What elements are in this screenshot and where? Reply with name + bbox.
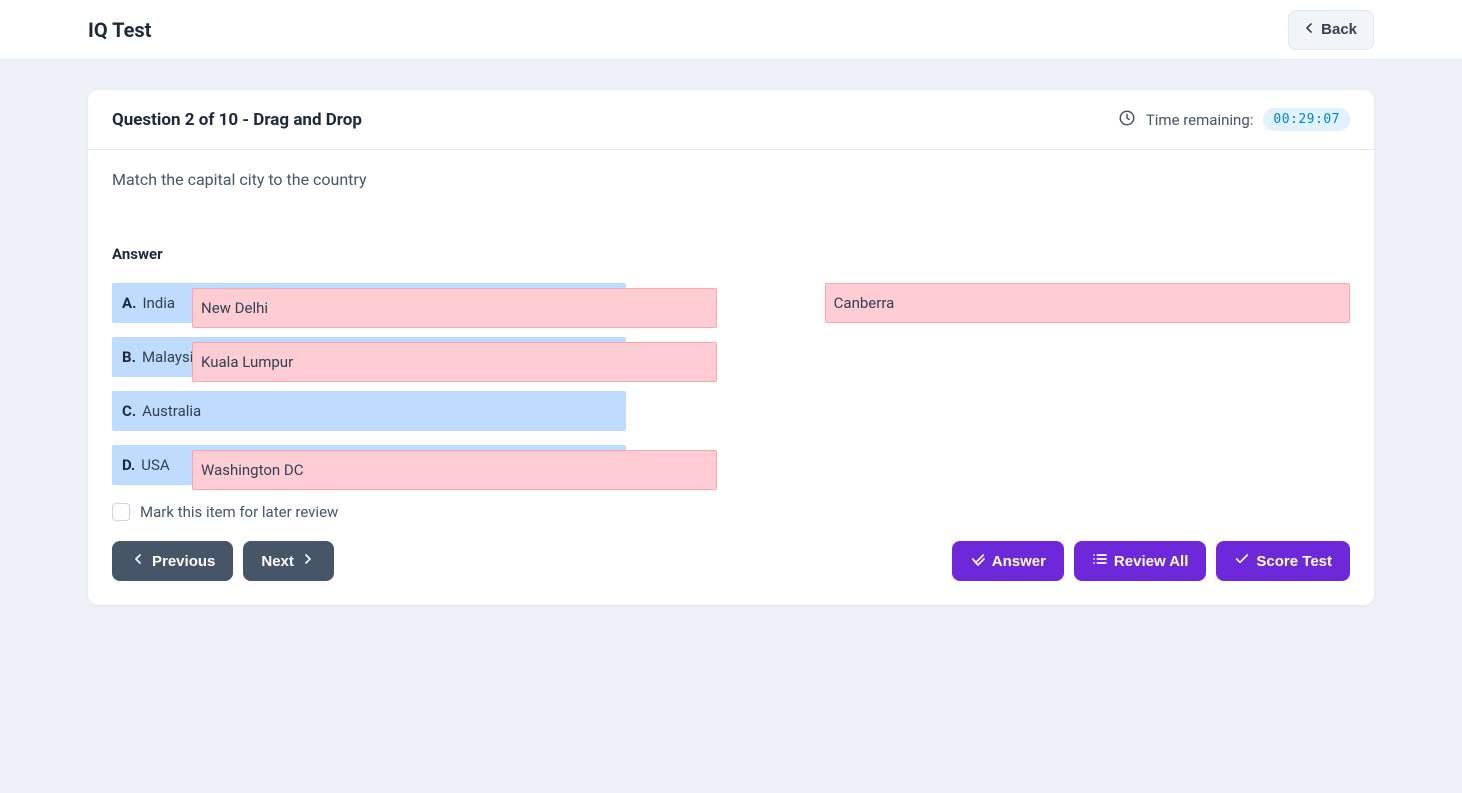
score-test-button[interactable]: Score Test: [1216, 541, 1350, 581]
drop-target[interactable]: C. Australia: [112, 391, 626, 431]
chevron-right-icon: [300, 551, 316, 571]
options-column: Canberra: [825, 283, 1350, 499]
target-letter: B.: [122, 348, 136, 366]
app-title: IQ Test: [88, 18, 151, 42]
next-button-label: Next: [261, 553, 294, 570]
target-letter: D.: [122, 456, 135, 474]
dropped-chip[interactable]: Kuala Lumpur: [192, 342, 717, 382]
time-remaining-value: 00:29:07: [1263, 108, 1350, 131]
mark-for-review-checkbox[interactable]: [112, 503, 130, 521]
score-test-button-label: Score Test: [1256, 553, 1332, 570]
clock-icon: [1118, 109, 1136, 131]
review-all-button-label: Review All: [1114, 553, 1188, 570]
question-prompt: Match the capital city to the country: [112, 170, 1350, 189]
target-label: USA: [141, 456, 169, 474]
dropped-chip[interactable]: Washington DC: [192, 450, 717, 490]
mark-for-review-label: Mark this item for later review: [140, 503, 338, 521]
back-button[interactable]: Back: [1288, 10, 1374, 50]
chevron-left-icon: [130, 551, 146, 571]
review-all-button[interactable]: Review All: [1074, 541, 1206, 581]
list-icon: [1092, 551, 1108, 571]
chip-label: New Delhi: [201, 299, 268, 317]
question-card: Question 2 of 10 - Drag and Drop Time re…: [88, 90, 1374, 605]
back-button-label: Back: [1321, 21, 1357, 38]
option-chip[interactable]: Canberra: [825, 283, 1350, 323]
chip-label: Kuala Lumpur: [201, 353, 293, 371]
mark-for-review[interactable]: Mark this item for later review: [112, 503, 1350, 521]
answer-button-label: Answer: [992, 553, 1046, 570]
dropped-chip[interactable]: New Delhi: [192, 288, 717, 328]
target-label: India: [142, 294, 175, 312]
chevron-left-icon: [1301, 20, 1317, 40]
check-icon: [1234, 551, 1250, 571]
chip-label: Washington DC: [201, 461, 304, 479]
answer-button[interactable]: Answer: [952, 541, 1064, 581]
previous-button-label: Previous: [152, 553, 215, 570]
question-title: Question 2 of 10 - Drag and Drop: [112, 110, 362, 130]
target-letter: C.: [122, 402, 136, 420]
drop-targets-column: A. India New Delhi B. Malaysia Kuala Lum…: [112, 283, 685, 499]
target-letter: A.: [122, 294, 136, 312]
target-label: Australia: [142, 402, 201, 420]
check-all-icon: [970, 551, 986, 571]
time-remaining-label: Time remaining:: [1146, 111, 1254, 129]
chip-label: Canberra: [834, 294, 895, 312]
previous-button[interactable]: Previous: [112, 541, 233, 581]
next-button[interactable]: Next: [243, 541, 334, 581]
answer-heading: Answer: [112, 245, 1350, 263]
